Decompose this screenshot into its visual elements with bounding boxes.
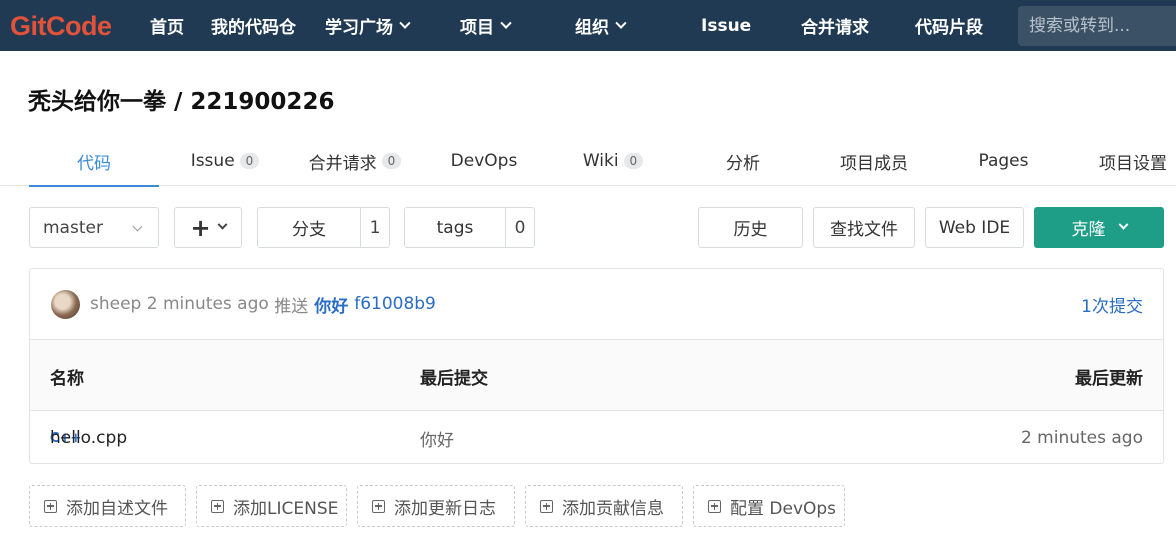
plus-square-icon <box>44 499 57 513</box>
nav-merge-requests[interactable]: 合并请求 <box>801 0 869 51</box>
chevron-down-icon <box>500 17 512 29</box>
count-badge: 0 <box>239 153 260 169</box>
nav-home[interactable]: 首页 <box>150 0 184 51</box>
button-label: 查找文件 <box>830 220 898 240</box>
web-ide-button[interactable]: Web IDE <box>925 207 1024 248</box>
count-badge: 0 <box>381 153 402 169</box>
configure-devops-button[interactable]: 配置 DevOps <box>693 485 845 527</box>
button-label: 配置 DevOps <box>730 498 837 519</box>
column-header-last-update: 最后更新 <box>1075 368 1143 389</box>
last-commit-bar: sheep 2 minutes ago 推送 你好 f61008b9 1次提交 <box>30 269 1163 339</box>
nav-label: 代码片段 <box>915 18 983 38</box>
tab-label: Pages <box>978 151 1029 171</box>
table-header: 名称 最后提交 最后更新 <box>30 339 1163 411</box>
tab-label: 项目成员 <box>840 153 908 174</box>
tab-label: 分析 <box>726 153 760 174</box>
tab-label: 代码 <box>77 153 111 174</box>
tags-label: tags <box>405 208 506 247</box>
nav-label: 组织 <box>575 18 609 38</box>
nav-snippets[interactable]: 代码片段 <box>915 0 983 51</box>
add-dropdown-button[interactable]: + <box>174 207 242 248</box>
nav-label: 学习广场 <box>325 18 393 38</box>
commit-message[interactable]: 你好 <box>314 292 348 317</box>
tab-label: 项目设置 <box>1099 153 1167 174</box>
branch-name: master <box>43 217 103 238</box>
commit-action: 推送 <box>274 296 309 317</box>
avatar[interactable] <box>51 289 80 319</box>
branch-select[interactable]: master <box>29 207 159 248</box>
button-label: 添加贡献信息 <box>562 498 664 519</box>
plus-square-icon <box>708 499 721 513</box>
commit-count-link[interactable]: 1次提交 <box>1081 269 1143 339</box>
nav-label: Issue <box>701 15 752 36</box>
tab-settings[interactable]: 项目设置 <box>1093 136 1173 186</box>
branches-button[interactable]: 分支 1 <box>257 207 390 248</box>
add-contributing-button[interactable]: 添加贡献信息 <box>525 485 683 527</box>
tab-code[interactable]: 代码 <box>29 136 159 187</box>
chevron-down-icon <box>1118 219 1128 230</box>
nav-projects[interactable]: 项目 <box>460 0 512 51</box>
file-last-update: 2 minutes ago <box>1020 428 1143 448</box>
search-input[interactable] <box>1018 6 1176 46</box>
chevron-down-icon <box>399 17 411 29</box>
nav-label: 我的代码仓 <box>211 18 296 38</box>
project-tabs: 代码 Issue 0 合并请求 0 DevOps Wiki 0 分析 项目成员 Pag… <box>0 136 1176 187</box>
tab-label: DevOps <box>450 151 518 171</box>
tab-wiki[interactable]: Wiki 0 <box>578 136 648 186</box>
button-label: Web IDE <box>938 217 1011 238</box>
nav-label: 项目 <box>460 18 494 38</box>
nav-issue[interactable]: Issue <box>701 0 751 51</box>
file-link[interactable]: hello.cpp <box>50 411 127 465</box>
tab-label: 合并请求 <box>308 153 377 174</box>
tab-devops[interactable]: DevOps <box>445 136 523 186</box>
gitcode-logo[interactable]: GitCode <box>10 8 112 44</box>
top-navbar: GitCode 首页 我的代码仓 学习广场 项目 组织 Issue 合并请求 代… <box>0 0 1176 51</box>
tab-members[interactable]: 项目成员 <box>834 136 914 186</box>
nav-organizations[interactable]: 组织 <box>575 0 627 51</box>
button-label: 添加自述文件 <box>66 498 168 519</box>
nav-my-repos[interactable]: 我的代码仓 <box>211 0 296 51</box>
tab-label: Wiki <box>582 151 619 171</box>
repository-files-panel: sheep 2 minutes ago 推送 你好 f61008b9 1次提交 … <box>29 268 1164 464</box>
plus-square-icon <box>540 499 553 513</box>
clone-button[interactable]: 克隆 <box>1034 207 1164 248</box>
chevron-down-icon <box>217 219 227 230</box>
button-label: 历史 <box>733 220 768 240</box>
plus-square-icon <box>372 499 385 513</box>
branches-label: 分支 <box>258 208 361 247</box>
tab-analytics[interactable]: 分析 <box>718 136 768 186</box>
count-badge: 0 <box>623 153 644 169</box>
table-row[interactable]: C++ hello.cpp 你好 2 minutes ago <box>30 411 1163 465</box>
page-title: 秃头给你一拳 / 221900226 <box>28 89 335 115</box>
add-changelog-button[interactable]: 添加更新日志 <box>357 485 515 527</box>
tab-pages[interactable]: Pages <box>976 136 1031 186</box>
button-label: 添加更新日志 <box>394 498 496 519</box>
button-label: 克隆 <box>1071 220 1106 240</box>
plus-icon: + <box>190 213 211 242</box>
chevron-down-icon <box>615 17 627 29</box>
commit-author[interactable]: sheep <box>90 294 141 314</box>
column-header-name: 名称 <box>50 368 84 389</box>
plus-square-icon <box>211 499 224 513</box>
column-header-last-commit: 最后提交 <box>420 368 488 389</box>
branches-count: 1 <box>369 217 381 238</box>
tags-button[interactable]: tags 0 <box>404 207 535 248</box>
tab-merge-requests[interactable]: 合并请求 0 <box>300 136 410 186</box>
add-readme-button[interactable]: 添加自述文件 <box>29 485 186 527</box>
tags-count: 0 <box>514 217 526 238</box>
tab-label: Issue <box>190 151 235 171</box>
nav-label: 合并请求 <box>801 18 869 38</box>
history-button[interactable]: 历史 <box>698 207 803 248</box>
file-last-commit[interactable]: 你好 <box>420 411 454 465</box>
find-file-button[interactable]: 查找文件 <box>813 207 915 248</box>
commit-sha[interactable]: f61008b9 <box>354 294 436 314</box>
nav-learning-square[interactable]: 学习广场 <box>325 0 411 51</box>
commit-time: 2 minutes ago <box>146 294 269 314</box>
tab-issue[interactable]: Issue 0 <box>180 136 270 186</box>
button-label: 添加LICENSE <box>233 498 339 519</box>
nav-label: 首页 <box>150 18 184 38</box>
logo-text: GitCode <box>10 10 112 41</box>
add-license-button[interactable]: 添加LICENSE <box>196 485 347 527</box>
chevron-down-icon <box>132 221 143 232</box>
